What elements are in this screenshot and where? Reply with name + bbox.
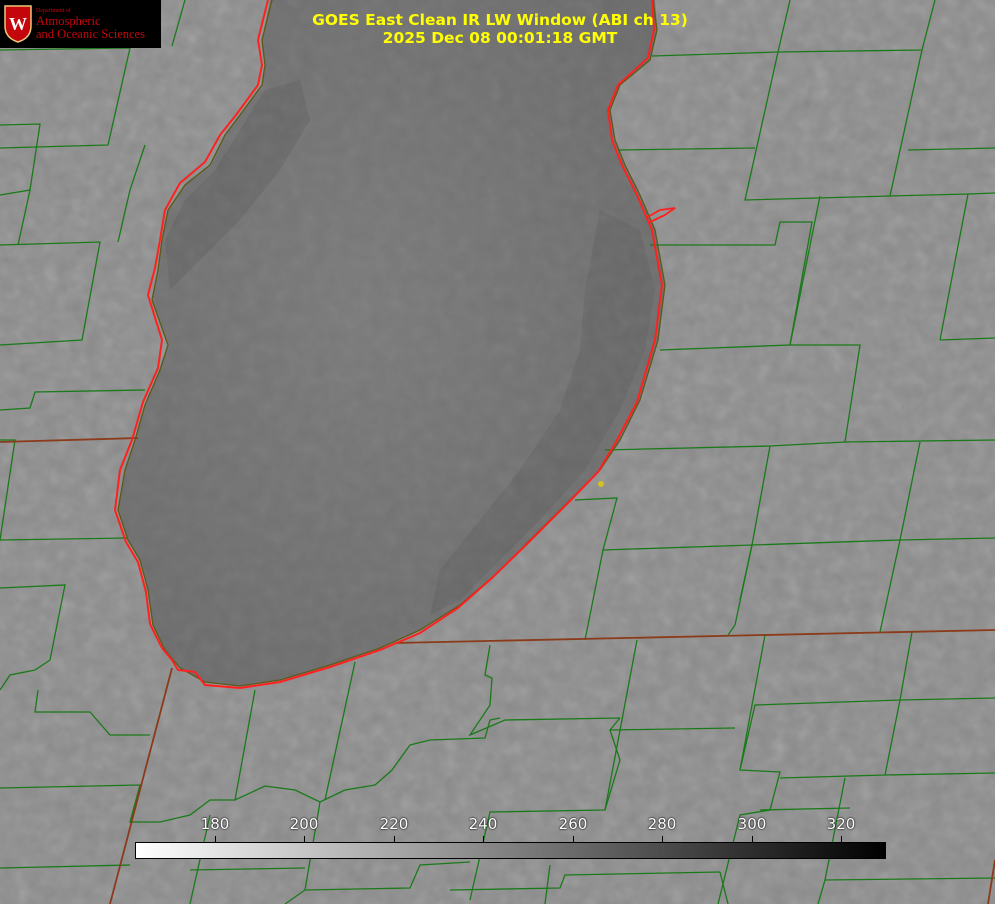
colorbar-tick-label: 200 [289, 815, 319, 833]
crest-letter: W [9, 14, 27, 34]
colorbar-tick-label: 220 [379, 815, 409, 833]
station-dot[interactable] [598, 481, 604, 487]
colorbar-tick-label: 300 [737, 815, 767, 833]
colorbar-tick-label: 260 [558, 815, 588, 833]
colorbar-tick-label: 180 [200, 815, 230, 833]
uw-aos-logo[interactable]: W Department of Atmospheric and Oceanic … [0, 0, 161, 48]
satellite-map[interactable] [0, 0, 995, 904]
colorbar-tick-label: 320 [826, 815, 856, 833]
lake-texture [0, 0, 995, 904]
colorbar [135, 842, 886, 859]
image-timestamp: 2025 Dec 08 00:01:18 GMT [382, 29, 618, 47]
uw-crest-icon: W [4, 5, 32, 43]
colorbar-tick-label: 240 [468, 815, 498, 833]
logo-line-1: Atmospheric [36, 14, 101, 28]
image-title: GOES East Clean IR LW Window (ABI ch 13) [312, 11, 688, 29]
logo-line-2: and Oceanic Sciences [36, 27, 145, 41]
colorbar-tick-label: 280 [647, 815, 677, 833]
